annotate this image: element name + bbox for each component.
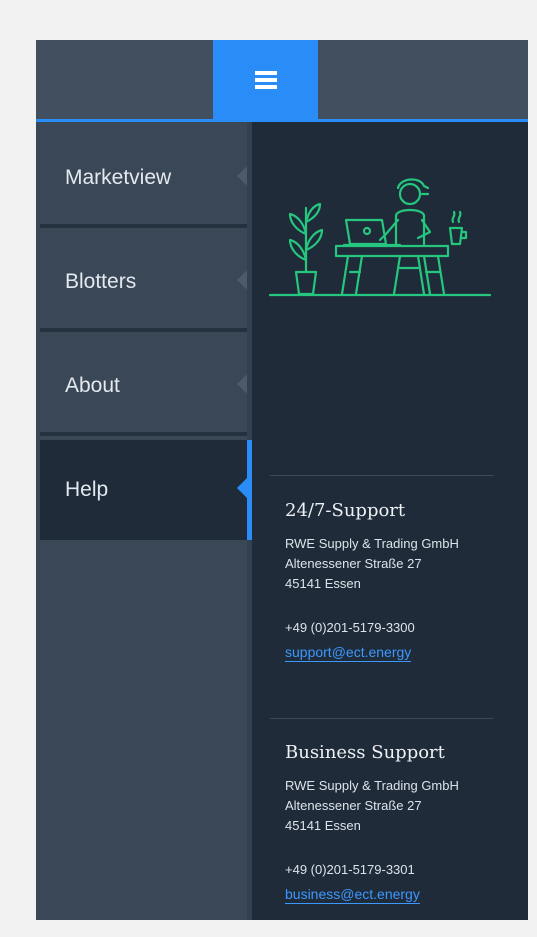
sidebar-item-marketview[interactable]: Marketview [40, 128, 247, 228]
divider [270, 718, 494, 719]
person-at-desk-illustration-icon [268, 178, 492, 297]
sidebar-item-help[interactable]: Help [40, 440, 247, 540]
top-bar [36, 40, 528, 119]
hamburger-menu-icon [254, 70, 277, 89]
support-title: 24/7-Support [285, 500, 406, 521]
business-company: RWE Supply & Trading GmbH [285, 778, 459, 793]
sidebar-item-label: Marketview [65, 166, 172, 189]
support-city: 45141 Essen [285, 576, 361, 591]
sidebar-item-label: About [65, 374, 120, 397]
support-contact-block: 24/7-Support RWE Supply & Trading GmbH A… [285, 500, 515, 662]
caret-left-icon [237, 166, 247, 186]
support-phone: +49 (0)201-5179-3300 [285, 620, 415, 635]
business-street: Altenessener Straße 27 [285, 798, 422, 813]
caret-left-icon [237, 478, 247, 498]
business-phone: +49 (0)201-5179-3301 [285, 862, 415, 877]
business-city: 45141 Essen [285, 818, 361, 833]
support-street: Altenessener Straße 27 [285, 556, 422, 571]
business-title: Business Support [285, 742, 445, 763]
sidebar: Marketview Blotters About Help [36, 122, 252, 920]
sidebar-item-label: Help [65, 478, 109, 501]
divider [270, 475, 494, 476]
sidebar-item-label: Blotters [65, 270, 137, 293]
app-window: Marketview Blotters About Help 24/7-Supp… [36, 40, 528, 920]
caret-left-icon [237, 270, 247, 290]
sidebar-item-about[interactable]: About [40, 336, 247, 436]
support-company: RWE Supply & Trading GmbH [285, 536, 459, 551]
business-contact-block: Business Support RWE Supply & Trading Gm… [285, 742, 515, 904]
help-panel: 24/7-Support RWE Supply & Trading GmbH A… [252, 122, 528, 920]
caret-left-icon [237, 374, 247, 394]
menu-toggle-button[interactable] [213, 40, 318, 119]
sidebar-item-blotters[interactable]: Blotters [40, 232, 247, 332]
support-email-link[interactable]: support@ect.energy [285, 643, 412, 662]
business-email-link[interactable]: business@ect.energy [285, 885, 420, 904]
